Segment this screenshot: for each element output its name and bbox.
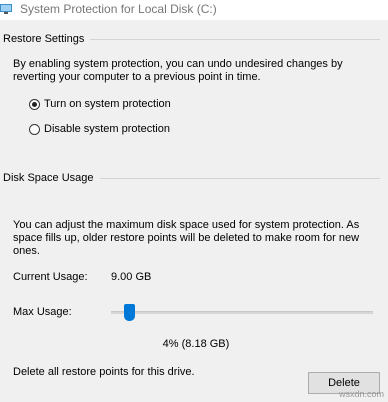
current-usage-label: Current Usage: [13, 271, 88, 283]
disk-space-divider [80, 178, 380, 179]
turn-on-protection-radio[interactable]: Turn on system protection [29, 97, 171, 111]
disable-protection-radio[interactable]: Disable system protection [29, 122, 170, 136]
max-usage-slider[interactable] [111, 302, 373, 322]
max-usage-label: Max Usage: [13, 306, 72, 318]
window-title: System Protection for Local Disk (C:) [20, 2, 217, 16]
title-bar[interactable]: System Protection for Local Disk (C:) [0, 0, 388, 20]
watermark: wsxdn.com [338, 389, 384, 399]
disk-space-heading: Disk Space Usage [3, 172, 100, 184]
delete-restore-points-text: Delete all restore points for this drive… [13, 366, 195, 378]
current-usage-value: 9.00 GB [111, 271, 152, 283]
slider-thumb[interactable] [123, 304, 135, 321]
turn-on-protection-label[interactable]: Turn on system protection [44, 98, 171, 110]
max-usage-value: 4% (8.18 GB) [162, 338, 230, 350]
disable-protection-label[interactable]: Disable system protection [44, 123, 170, 135]
disk-space-description: You can adjust the maximum disk space us… [13, 219, 360, 257]
slider-track[interactable] [111, 311, 373, 314]
radio-checked-icon[interactable] [29, 98, 40, 110]
restore-settings-heading: Restore Settings [3, 33, 91, 45]
restore-settings-divider [80, 39, 380, 40]
restore-settings-description: By enabling system protection, you can u… [13, 58, 343, 83]
system-protection-dialog: System Protection for Local Disk (C:) Re… [0, 0, 388, 402]
computer-icon [0, 4, 12, 14]
radio-unchecked-icon[interactable] [29, 123, 40, 135]
